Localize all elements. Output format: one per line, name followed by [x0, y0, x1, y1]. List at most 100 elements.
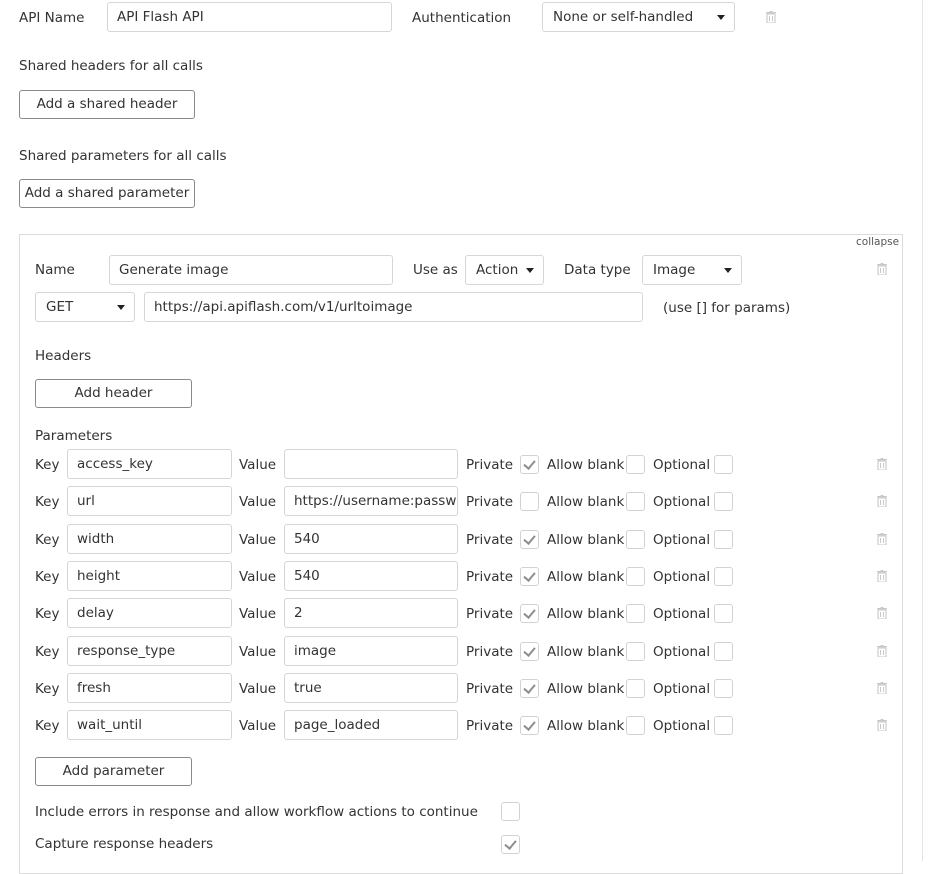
chevron-down-icon — [526, 268, 534, 273]
value-label: Value — [239, 531, 277, 548]
authentication-select[interactable]: None or self-handled — [542, 2, 735, 32]
optional-checkbox[interactable] — [714, 566, 733, 586]
allow-blank-label: Allow blank — [547, 568, 625, 585]
trash-icon[interactable] — [877, 532, 887, 545]
param-key-input[interactable]: access_key — [67, 449, 232, 479]
allow-blank-label: Allow blank — [547, 606, 625, 623]
private-checkbox[interactable] — [520, 678, 539, 698]
allow-blank-checkbox[interactable] — [626, 529, 645, 549]
optional-label: Optional — [653, 643, 711, 660]
private-label: Private — [466, 606, 514, 623]
trash-icon[interactable] — [877, 607, 887, 620]
allow-blank-label: Allow blank — [547, 457, 625, 473]
allow-blank-checkbox[interactable] — [626, 716, 645, 736]
param-key-input[interactable]: wait_until — [67, 710, 232, 741]
param-value-input[interactable]: true — [284, 672, 458, 703]
trash-icon[interactable] — [877, 644, 887, 657]
trash-icon[interactable] — [877, 719, 887, 732]
api-name-input[interactable]: API Flash API — [107, 2, 392, 32]
headers-label: Headers — [35, 348, 92, 364]
allow-blank-checkbox[interactable] — [626, 566, 645, 586]
param-key-input[interactable]: width — [67, 523, 232, 554]
allow-blank-checkbox[interactable] — [626, 641, 645, 661]
optional-label: Optional — [653, 494, 711, 511]
trash-icon[interactable] — [877, 495, 887, 508]
shared-params-label: Shared parameters for all calls — [19, 148, 227, 164]
param-value-input[interactable]: https://username:password — [284, 486, 458, 517]
api-name-label: API Name — [19, 10, 85, 26]
key-label: Key — [35, 531, 60, 548]
optional-checkbox[interactable] — [714, 678, 733, 698]
allow-blank-checkbox[interactable] — [626, 492, 645, 512]
allow-blank-label: Allow blank — [547, 680, 625, 697]
method-select[interactable]: GET — [35, 292, 135, 322]
capture-headers-label: Capture response headers — [35, 836, 214, 852]
param-value-input[interactable]: image — [284, 635, 458, 666]
param-key-input[interactable]: delay — [67, 598, 232, 629]
trash-icon[interactable] — [766, 11, 776, 23]
add-shared-header-button[interactable]: Add a shared header — [19, 90, 195, 119]
value-label: Value — [239, 568, 277, 585]
data-type-label: Data type — [564, 262, 631, 278]
allow-blank-checkbox[interactable] — [626, 604, 645, 624]
param-key-input[interactable]: height — [67, 560, 232, 591]
parameters-label: Parameters — [35, 428, 113, 444]
key-label: Key — [35, 643, 60, 660]
param-key-input[interactable]: fresh — [67, 672, 232, 703]
private-checkbox[interactable] — [520, 641, 539, 661]
key-label: Key — [35, 494, 60, 511]
private-checkbox[interactable] — [520, 604, 539, 624]
param-key-input[interactable]: url — [67, 486, 232, 517]
param-key-input[interactable]: response_type — [67, 635, 232, 666]
data-type-value: Image — [653, 262, 696, 278]
method-value: GET — [46, 299, 74, 315]
url-hint: (use [] for params) — [663, 300, 791, 316]
value-label: Value — [239, 457, 277, 473]
include-errors-checkbox[interactable] — [501, 802, 520, 821]
trash-icon[interactable] — [877, 681, 887, 694]
private-label: Private — [466, 643, 514, 660]
optional-checkbox[interactable] — [714, 716, 733, 736]
param-value-input[interactable] — [284, 449, 458, 479]
add-shared-parameter-button[interactable]: Add a shared parameter — [19, 179, 195, 208]
right-divider — [922, 0, 923, 861]
key-label: Key — [35, 718, 60, 735]
allow-blank-checkbox[interactable] — [626, 455, 645, 474]
allow-blank-checkbox[interactable] — [626, 678, 645, 698]
private-checkbox[interactable] — [520, 716, 539, 736]
add-header-button[interactable]: Add header — [35, 379, 192, 408]
param-value-input[interactable]: 540 — [284, 523, 458, 554]
value-label: Value — [239, 718, 277, 735]
param-value-input[interactable]: 2 — [284, 598, 458, 629]
trash-icon[interactable] — [877, 458, 887, 470]
private-checkbox[interactable] — [520, 566, 539, 586]
optional-label: Optional — [653, 531, 711, 548]
collapse-link[interactable]: collapse — [856, 236, 899, 248]
data-type-select[interactable]: Image — [642, 255, 742, 285]
optional-checkbox[interactable] — [714, 641, 733, 661]
allow-blank-label: Allow blank — [547, 643, 625, 660]
private-checkbox[interactable] — [520, 492, 539, 512]
private-checkbox[interactable] — [520, 529, 539, 549]
private-checkbox[interactable] — [520, 455, 539, 474]
optional-checkbox[interactable] — [714, 604, 733, 624]
value-label: Value — [239, 606, 277, 623]
key-label: Key — [35, 680, 60, 697]
optional-checkbox[interactable] — [714, 455, 733, 474]
call-name-input[interactable]: Generate image — [109, 255, 393, 285]
allow-blank-label: Allow blank — [547, 531, 625, 548]
use-as-select[interactable]: Action — [465, 255, 544, 285]
param-value-input[interactable]: page_loaded — [284, 710, 458, 741]
private-label: Private — [466, 680, 514, 697]
optional-checkbox[interactable] — [714, 492, 733, 512]
trash-icon[interactable] — [877, 263, 887, 275]
add-parameter-button[interactable]: Add parameter — [35, 757, 192, 786]
optional-checkbox[interactable] — [714, 529, 733, 549]
url-input[interactable]: https://api.apiflash.com/v1/urltoimage — [144, 292, 643, 322]
trash-icon[interactable] — [877, 569, 887, 582]
use-as-label: Use as — [413, 262, 458, 278]
key-label: Key — [35, 606, 60, 623]
key-label: Key — [35, 457, 60, 473]
capture-headers-checkbox[interactable] — [501, 835, 520, 854]
param-value-input[interactable]: 540 — [284, 560, 458, 591]
